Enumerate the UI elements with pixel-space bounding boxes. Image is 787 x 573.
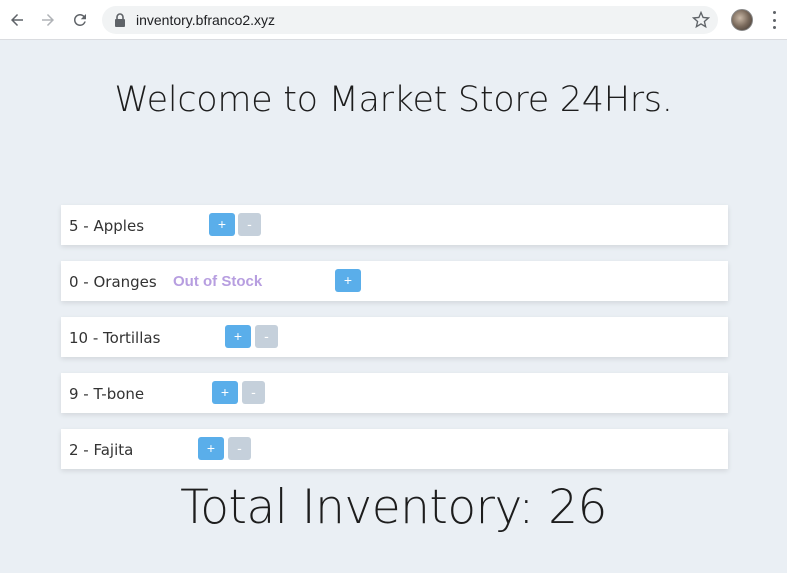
browser-toolbar: inventory.bfranco2.xyz: [0, 0, 787, 40]
menu-dots-icon[interactable]: [766, 11, 782, 29]
decrement-button[interactable]: -: [238, 213, 261, 236]
increment-button[interactable]: +: [209, 213, 235, 236]
item-label: 0 - Oranges: [69, 273, 157, 291]
increment-button[interactable]: +: [198, 437, 224, 460]
decrement-button[interactable]: -: [255, 325, 278, 348]
list-item: 10 - Tortillas + -: [61, 317, 728, 357]
item-label: 2 - Fajita: [69, 441, 134, 459]
list-item: 9 - T-bone + -: [61, 373, 728, 413]
list-item: 2 - Fajita + -: [61, 429, 728, 469]
reload-icon: [74, 13, 86, 26]
arrow-left-icon: [11, 14, 23, 26]
arrow-right-icon: [42, 14, 54, 26]
reload-button[interactable]: [68, 8, 92, 32]
lock-icon: [115, 13, 125, 27]
decrement-button[interactable]: -: [228, 437, 251, 460]
back-button[interactable]: [5, 8, 29, 32]
page-title: Welcome to Market Store 24Hrs.: [114, 80, 673, 120]
item-label: 10 - Tortillas: [69, 329, 161, 347]
profile-avatar[interactable]: [731, 9, 753, 31]
star-icon[interactable]: [692, 11, 710, 29]
forward-button[interactable]: [36, 8, 60, 32]
list-item: 0 - Oranges Out of Stock +: [61, 261, 728, 301]
out-of-stock-badge: Out of Stock: [173, 273, 263, 290]
url-text: inventory.bfranco2.xyz: [136, 12, 276, 28]
increment-button[interactable]: +: [212, 381, 238, 404]
item-label: 5 - Apples: [69, 217, 145, 235]
increment-button[interactable]: +: [335, 269, 361, 292]
list-item: 5 - Apples + -: [61, 205, 728, 245]
item-label: 9 - T-bone: [69, 385, 145, 403]
address-bar[interactable]: inventory.bfranco2.xyz: [102, 6, 718, 34]
increment-button[interactable]: +: [225, 325, 251, 348]
decrement-button[interactable]: -: [242, 381, 265, 404]
total-inventory: Total Inventory: 26: [180, 480, 607, 535]
